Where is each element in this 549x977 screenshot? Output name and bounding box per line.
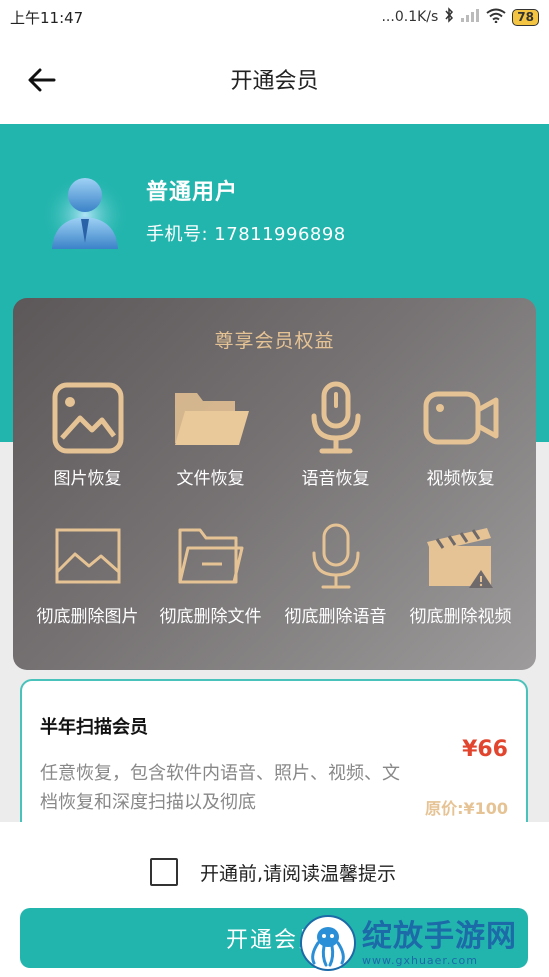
agreement-checkbox[interactable] bbox=[150, 858, 178, 886]
benefit-title: 尊享会员权益 bbox=[214, 330, 335, 352]
plan-name: 半年扫描会员 bbox=[40, 717, 148, 738]
user-info: 普通用户 手机号: 17811996898 bbox=[146, 174, 346, 246]
microphone-icon bbox=[296, 378, 376, 458]
agreement-text[interactable]: 开通前,请阅读温馨提示 bbox=[200, 859, 396, 886]
plan-price: ¥66 bbox=[462, 737, 508, 762]
network-speed: ...0.1K/s bbox=[381, 9, 439, 25]
watermark-logo-icon bbox=[300, 915, 356, 971]
benefit-label: 彻底删除图片 bbox=[36, 607, 139, 627]
status-bar: 上午11:47 ...0.1K/s 78 bbox=[0, 0, 549, 34]
bluetooth-icon bbox=[444, 7, 454, 27]
agreement-row: 开通前,请阅读温馨提示 bbox=[150, 858, 396, 886]
benefit-label: 文件恢复 bbox=[176, 469, 245, 489]
benefit-item-delete-image[interactable]: 彻底删除图片 bbox=[25, 516, 150, 627]
benefit-panel: 尊享会员权益 图片恢复 文件恢复 语音恢复 视频恢复 彻底删除图片 彻底删除文件… bbox=[13, 298, 536, 670]
benefit-item-voice-recovery[interactable]: 语音恢复 bbox=[273, 378, 398, 489]
benefit-label: 视频恢复 bbox=[426, 469, 495, 489]
back-arrow-icon bbox=[28, 68, 56, 92]
nav-bar: 开通会员 bbox=[0, 34, 549, 124]
plan-description: 任意恢复，包含软件内语音、照片、视频、文档恢复和深度扫描以及彻底 bbox=[40, 763, 400, 813]
benefit-item-delete-file[interactable]: 彻底删除文件 bbox=[148, 516, 273, 627]
wifi-icon bbox=[486, 8, 506, 27]
avatar bbox=[40, 165, 130, 255]
image-icon bbox=[48, 378, 128, 458]
watermark-text-wrap: 绽放手游网 www.gxhuaer.com bbox=[362, 918, 517, 967]
video-camera-icon bbox=[421, 378, 501, 458]
battery-icon: 78 bbox=[512, 8, 539, 26]
user-card: 普通用户 手机号: 17811996898 bbox=[40, 165, 346, 255]
watermark-url: www.gxhuaer.com bbox=[362, 953, 478, 967]
benefit-item-image-recovery[interactable]: 图片恢复 bbox=[25, 378, 150, 489]
benefit-item-file-recovery[interactable]: 文件恢复 bbox=[148, 378, 273, 489]
status-icons: ...0.1K/s 78 bbox=[381, 7, 539, 27]
benefit-item-delete-video[interactable]: 彻底删除视频 bbox=[398, 516, 523, 627]
benefit-label: 彻底删除语音 bbox=[284, 607, 387, 627]
watermark: 绽放手游网 www.gxhuaer.com bbox=[300, 912, 545, 974]
benefit-label: 语音恢复 bbox=[301, 469, 370, 489]
benefit-item-delete-voice[interactable]: 彻底删除语音 bbox=[273, 516, 398, 627]
folder-icon bbox=[171, 378, 251, 458]
clapperboard-icon bbox=[421, 516, 501, 596]
user-name: 普通用户 bbox=[146, 180, 239, 205]
watermark-text: 绽放手游网 bbox=[362, 918, 517, 954]
benefit-label: 彻底删除视频 bbox=[409, 607, 512, 627]
user-avatar-icon bbox=[41, 175, 129, 255]
user-phone: 手机号: 17811996898 bbox=[146, 224, 346, 245]
plan-card[interactable]: 半年扫描会员 任意恢复，包含软件内语音、照片、视频、文档恢复和深度扫描以及彻底 … bbox=[20, 679, 528, 839]
benefit-item-video-recovery[interactable]: 视频恢复 bbox=[398, 378, 523, 489]
folder-outline-icon bbox=[171, 516, 251, 596]
image-outline-icon bbox=[48, 516, 128, 596]
status-time: 上午11:47 bbox=[10, 8, 84, 27]
signal-icon bbox=[460, 8, 480, 26]
benefit-label: 图片恢复 bbox=[53, 469, 122, 489]
microphone-outline-icon bbox=[296, 516, 376, 596]
page-title: 开通会员 bbox=[230, 69, 319, 94]
benefit-label: 彻底删除文件 bbox=[159, 607, 262, 627]
back-button[interactable] bbox=[22, 60, 62, 100]
plan-original-price: 原价:¥100 bbox=[425, 799, 508, 818]
